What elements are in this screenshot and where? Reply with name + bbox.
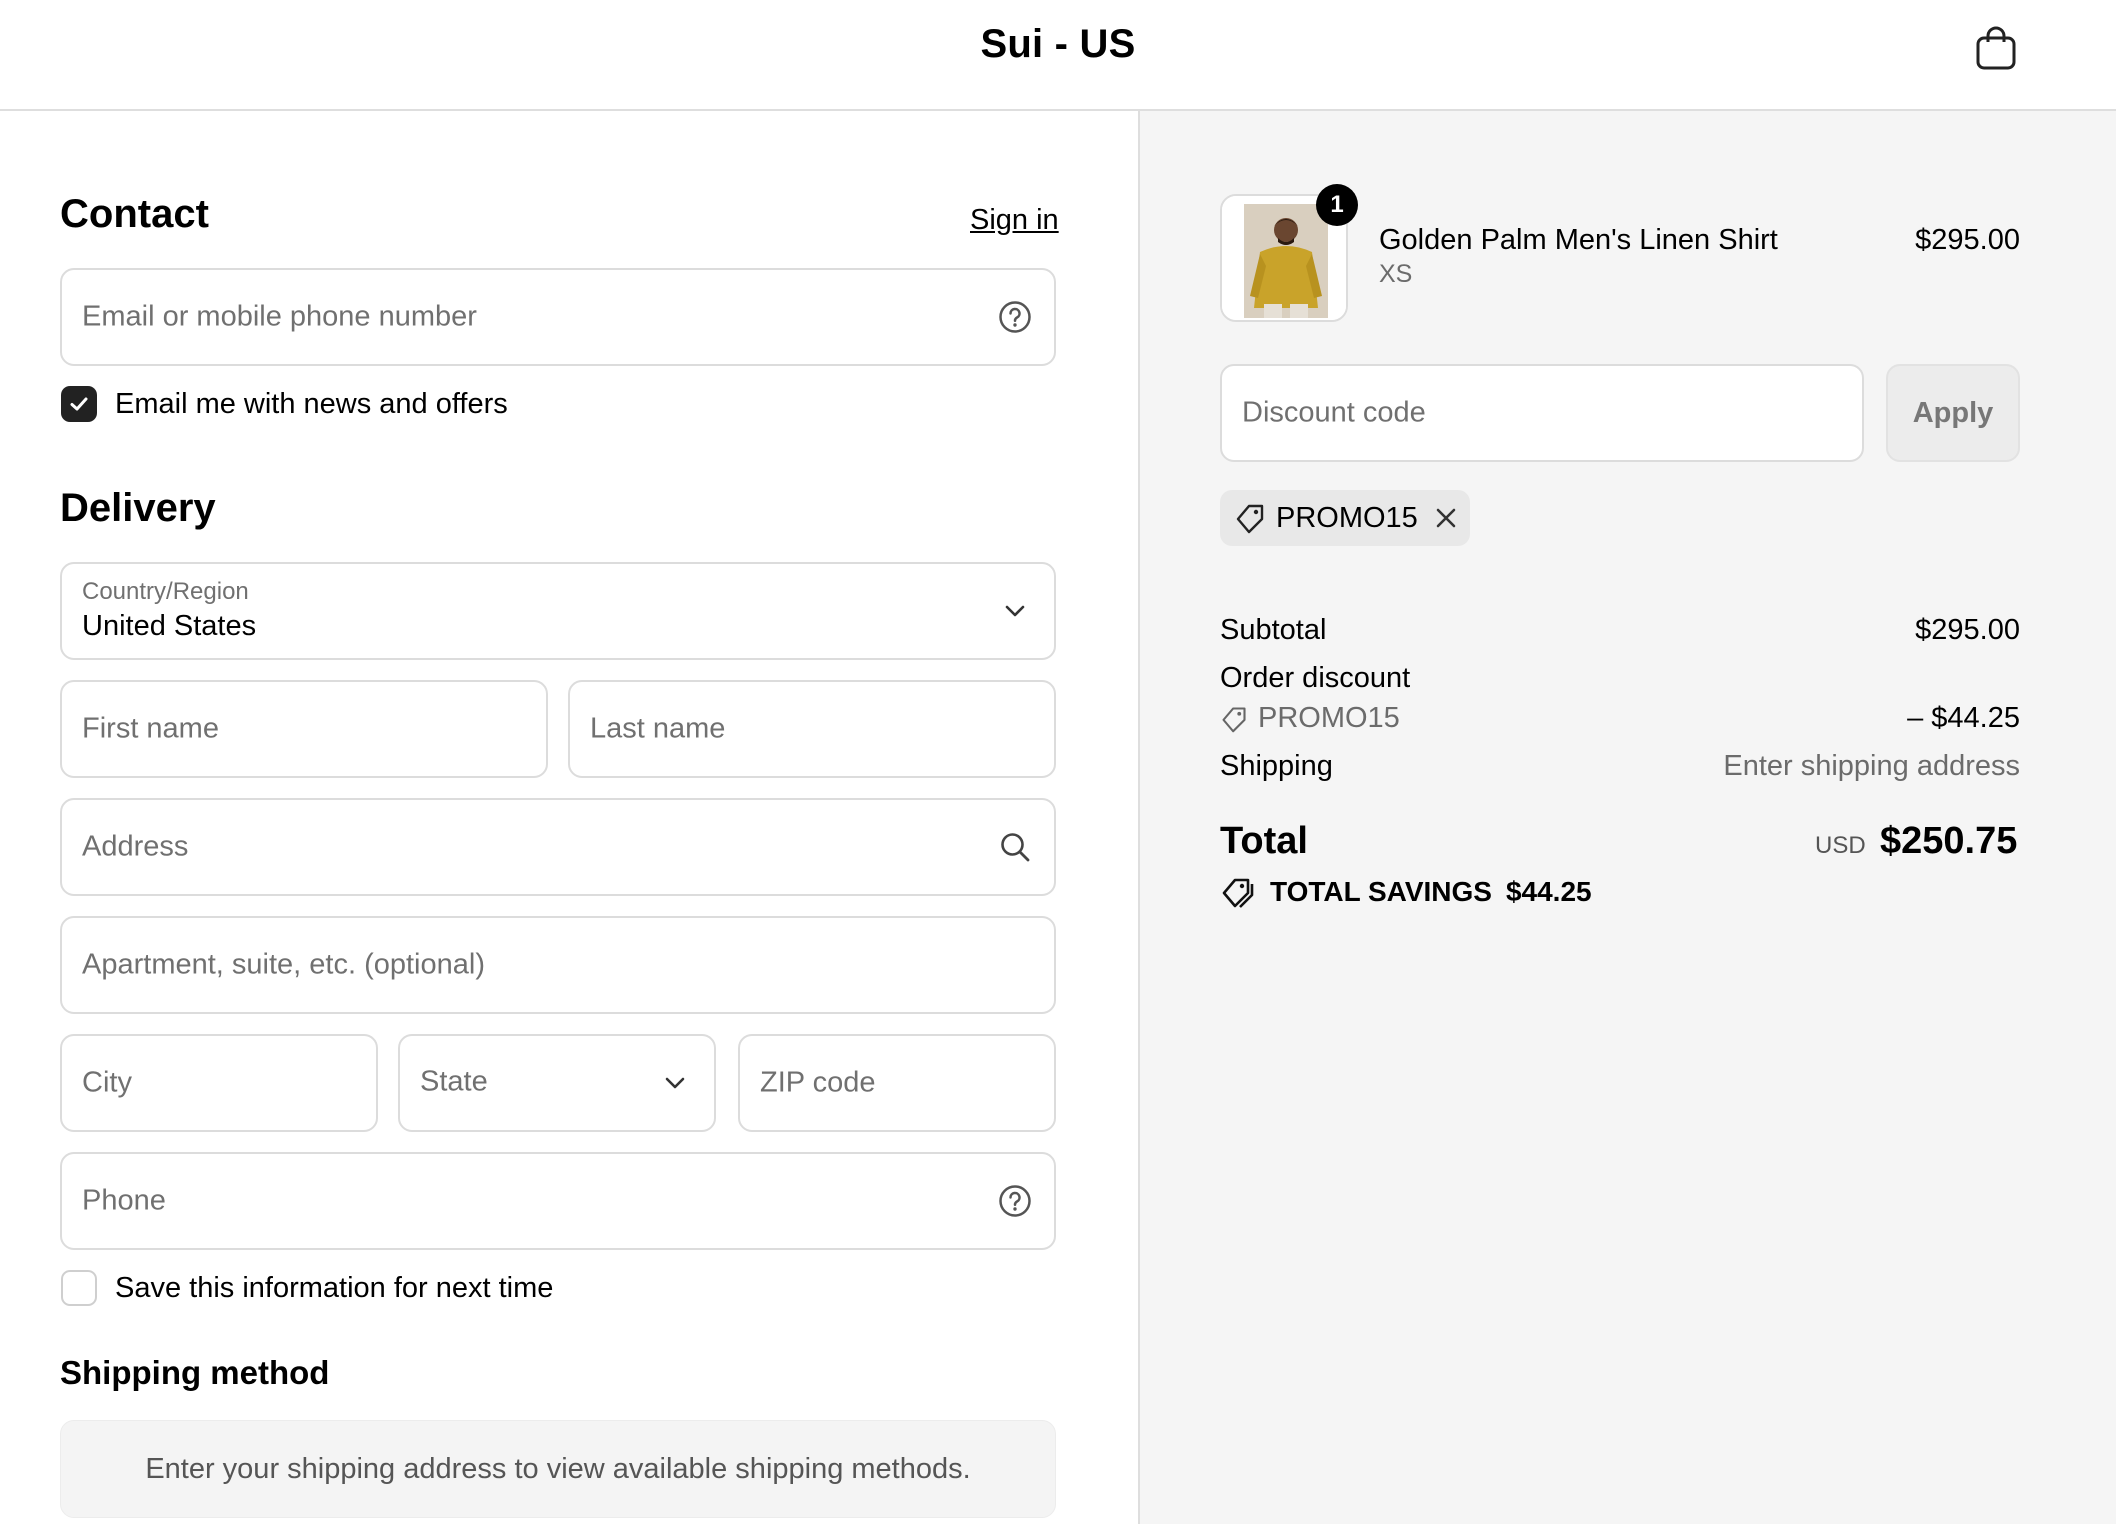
discount-code-field[interactable]: Discount code bbox=[1220, 364, 1864, 462]
order-discount-label: Order discount bbox=[1220, 662, 1411, 694]
save-info-label: Save this information for next time bbox=[115, 1272, 554, 1304]
header: Sui - US bbox=[0, 0, 2116, 111]
apartment-field[interactable]: Apartment, suite, etc. (optional) bbox=[60, 916, 1056, 1014]
last-name-field[interactable]: Last name bbox=[568, 680, 1056, 778]
total-savings-row: TOTAL SAVINGS $44.25 bbox=[1220, 876, 1592, 908]
chevron-down-icon bbox=[656, 1064, 694, 1102]
quantity-badge: 1 bbox=[1316, 184, 1358, 226]
save-info-checkbox[interactable] bbox=[61, 1270, 97, 1306]
discount-value: – $44.25 bbox=[1907, 702, 2020, 734]
country-value: United States bbox=[82, 610, 257, 642]
help-icon[interactable] bbox=[996, 298, 1034, 336]
shipping-method-heading: Shipping method bbox=[60, 1354, 330, 1391]
savings-value: $44.25 bbox=[1505, 876, 1592, 907]
city-placeholder: City bbox=[82, 1066, 132, 1099]
first-name-field[interactable]: First name bbox=[60, 680, 548, 778]
address-placeholder: Address bbox=[82, 830, 189, 863]
contact-heading: Contact bbox=[60, 192, 209, 236]
country-select[interactable]: Country/Region United States bbox=[60, 562, 1056, 660]
email-placeholder: Email or mobile phone number bbox=[82, 300, 477, 333]
tag-icon bbox=[1222, 706, 1246, 732]
city-field[interactable]: City bbox=[60, 1034, 378, 1132]
apply-button[interactable]: Apply bbox=[1886, 364, 2020, 462]
address-field[interactable]: Address bbox=[60, 798, 1056, 896]
subtotal-label: Subtotal bbox=[1220, 614, 1327, 646]
subtotal-value: $295.00 bbox=[1915, 614, 2020, 646]
currency-code: USD bbox=[1815, 832, 1866, 859]
first-name-placeholder: First name bbox=[82, 712, 219, 745]
country-label: Country/Region bbox=[82, 578, 249, 605]
total-label: Total bbox=[1220, 820, 1308, 862]
discount-placeholder: Discount code bbox=[1242, 396, 1426, 429]
state-placeholder: State bbox=[420, 1065, 488, 1098]
savings-label: TOTAL SAVINGS bbox=[1270, 876, 1492, 907]
total-amount: $250.75 bbox=[1880, 820, 2018, 862]
shopping-bag-icon bbox=[1976, 26, 2016, 70]
newsletter-checkbox[interactable] bbox=[61, 386, 97, 422]
checkmark-icon bbox=[70, 397, 88, 411]
help-icon[interactable] bbox=[996, 1182, 1034, 1220]
product-price: $295.00 bbox=[1915, 224, 2020, 256]
shipping-method-notice: Enter your shipping address to view avai… bbox=[60, 1420, 1056, 1518]
close-icon bbox=[1436, 508, 1456, 528]
product-variant: XS bbox=[1379, 260, 1413, 288]
remove-discount-button[interactable] bbox=[1434, 506, 1458, 530]
last-name-placeholder: Last name bbox=[590, 712, 726, 745]
discount-code-label: PROMO15 bbox=[1258, 702, 1400, 734]
discount-code-row: PROMO15 bbox=[1220, 702, 1400, 735]
shipping-value: Enter shipping address bbox=[1723, 750, 2020, 782]
phone-field[interactable]: Phone bbox=[60, 1152, 1056, 1250]
order-summary-panel bbox=[1138, 111, 2116, 1524]
cart-button[interactable] bbox=[1970, 20, 2022, 76]
store-title[interactable]: Sui - US bbox=[0, 22, 2116, 67]
sign-in-link[interactable]: Sign in bbox=[970, 204, 1059, 237]
applied-code-label: PROMO15 bbox=[1276, 501, 1418, 534]
tags-icon bbox=[1222, 878, 1254, 908]
state-select[interactable]: State bbox=[398, 1034, 716, 1132]
zip-placeholder: ZIP code bbox=[760, 1066, 876, 1099]
applied-discount-chip: PROMO15 bbox=[1220, 490, 1470, 546]
phone-placeholder: Phone bbox=[82, 1184, 166, 1217]
newsletter-label: Email me with news and offers bbox=[115, 388, 508, 420]
shipping-label: Shipping bbox=[1220, 750, 1333, 782]
delivery-heading: Delivery bbox=[60, 486, 216, 530]
search-icon bbox=[996, 828, 1034, 866]
chevron-down-icon bbox=[996, 592, 1034, 630]
email-field[interactable]: Email or mobile phone number bbox=[60, 268, 1056, 366]
zip-field[interactable]: ZIP code bbox=[738, 1034, 1056, 1132]
product-name: Golden Palm Men's Linen Shirt bbox=[1379, 224, 1778, 256]
apartment-placeholder: Apartment, suite, etc. (optional) bbox=[82, 948, 485, 981]
tag-icon bbox=[1236, 504, 1264, 534]
